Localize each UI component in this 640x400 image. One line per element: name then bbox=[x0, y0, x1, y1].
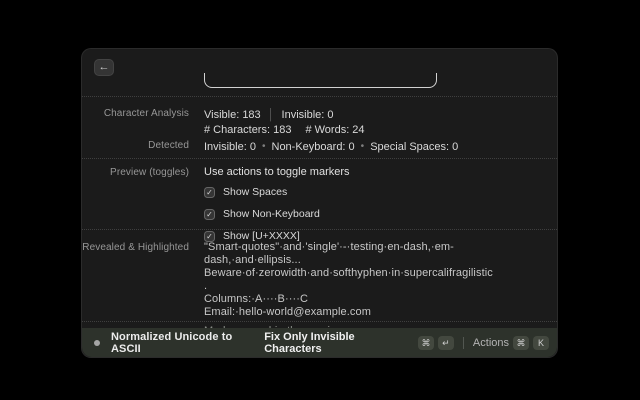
k-key-icon[interactable]: K bbox=[533, 336, 549, 350]
revealed-line: Email:·hello-world@example.com bbox=[204, 306, 557, 319]
detected-special-spaces: Special Spaces: 0 bbox=[370, 141, 458, 153]
detected-label: Detected bbox=[82, 139, 189, 151]
text-input-clip bbox=[82, 73, 557, 96]
detected-invisible: Invisible: 0 bbox=[204, 141, 256, 153]
separator bbox=[82, 96, 557, 97]
toggles-hint: Use actions to toggle markers bbox=[204, 166, 557, 178]
preview-toggles-label: Preview (toggles) bbox=[82, 166, 189, 178]
detected-stats: Invisible: 0 • Non-Keyboard: 0 • Special… bbox=[204, 139, 557, 154]
return-key-icon[interactable]: ↵ bbox=[438, 336, 454, 350]
character-analysis-row: Character Analysis Visible: 183 │ Invisi… bbox=[82, 107, 557, 137]
status-dot-icon bbox=[94, 340, 100, 346]
toggle-show-spaces[interactable]: ✓ Show Spaces bbox=[204, 184, 557, 200]
separator bbox=[82, 321, 557, 322]
stat-divider: │ bbox=[268, 109, 275, 121]
app-window: ← Character Analysis Visible: 183 │ Invi… bbox=[81, 48, 558, 358]
invisible-count: Invisible: 0 bbox=[282, 109, 334, 121]
back-arrow-icon: ← bbox=[99, 61, 110, 73]
visible-count: Visible: 183 bbox=[204, 109, 261, 121]
detected-row: Detected Invisible: 0 • Non-Keyboard: 0 … bbox=[82, 139, 557, 154]
preview-toggles-row: Preview (toggles) Use actions to toggle … bbox=[82, 166, 557, 244]
characters-count: # Characters: 183 bbox=[204, 124, 291, 136]
checkbox-checked-icon[interactable]: ✓ bbox=[204, 187, 215, 198]
words-count: # Words: 24 bbox=[305, 124, 364, 136]
separator bbox=[82, 229, 557, 230]
bullet-icon: • bbox=[361, 141, 365, 152]
visibility-stats: Visible: 183 │ Invisible: 0 bbox=[204, 107, 557, 122]
revealed-line: dash,·and·ellipsis... bbox=[204, 254, 557, 267]
revealed-line: . bbox=[204, 280, 557, 293]
text-input-outline[interactable] bbox=[204, 73, 437, 88]
detected-nonkeyboard: Non-Keyboard: 0 bbox=[272, 141, 355, 153]
separator bbox=[82, 158, 557, 159]
command-key-icon[interactable]: ⌘ bbox=[418, 336, 434, 350]
revealed-text-block: "Smart-quotes"·and·'single'·-·testing·en… bbox=[204, 241, 557, 319]
primary-action-button[interactable]: Fix Only Invisible Characters bbox=[264, 331, 414, 355]
revealed-row: Revealed & Highlighted "Smart-quotes"·an… bbox=[82, 241, 557, 319]
revealed-line: Beware·of·zerowidth·and·softhyphen·in·su… bbox=[204, 267, 557, 280]
actions-menu-button[interactable]: Actions bbox=[473, 337, 509, 349]
toggle-show-non-keyboard[interactable]: ✓ Show Non-Keyboard bbox=[204, 206, 557, 222]
character-analysis-label: Character Analysis bbox=[82, 107, 189, 119]
checkbox-checked-icon[interactable]: ✓ bbox=[204, 209, 215, 220]
revealed-line: "Smart-quotes"·and·'single'·-·testing·en… bbox=[204, 241, 557, 254]
count-stats: # Characters: 183 # Words: 24 bbox=[204, 122, 557, 137]
toggle-label: Show Spaces bbox=[223, 186, 287, 198]
toast-message: Normalized Unicode to ASCII bbox=[111, 331, 264, 355]
toggle-label: Show Non-Keyboard bbox=[223, 208, 320, 220]
revealed-line: Columns:·A····B····C bbox=[204, 293, 557, 306]
footer-bar: Normalized Unicode to ASCII Fix Only Inv… bbox=[82, 328, 557, 357]
bullet-icon: • bbox=[262, 141, 266, 152]
checkbox-checked-icon[interactable]: ✓ bbox=[204, 231, 215, 242]
revealed-label: Revealed & Highlighted bbox=[82, 241, 189, 253]
footer-divider bbox=[463, 337, 464, 349]
command-key-icon[interactable]: ⌘ bbox=[513, 336, 529, 350]
